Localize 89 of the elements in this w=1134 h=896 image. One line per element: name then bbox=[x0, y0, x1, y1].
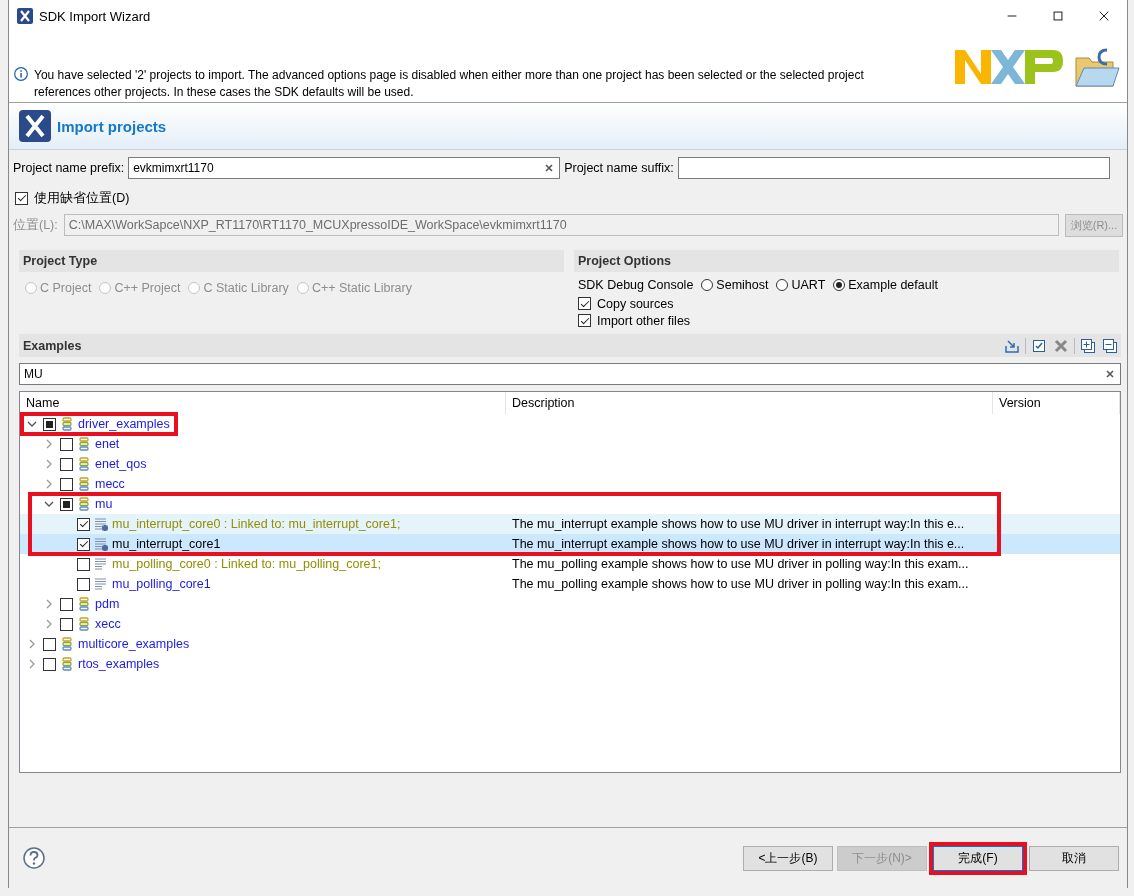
clear-icon[interactable] bbox=[544, 163, 555, 173]
checkbox[interactable] bbox=[43, 637, 56, 651]
example-project-icon bbox=[94, 517, 108, 531]
radio-label: C Static Library bbox=[203, 281, 289, 295]
column-header[interactable]: Description bbox=[506, 392, 993, 414]
tree-item[interactable]: mu_polling_core1 bbox=[112, 577, 211, 591]
radio-label: Semihost bbox=[716, 278, 769, 292]
project-group-icon bbox=[77, 617, 91, 631]
checkbox-label: Import other files bbox=[597, 313, 691, 328]
close-button[interactable] bbox=[1097, 9, 1111, 23]
checkbox-label: 使用缺省位置(D) bbox=[34, 189, 130, 207]
table-cell-text: The mu_interrupt example shows how to use MU driver in interrupt way:In this e... bbox=[511, 537, 966, 551]
checkbox[interactable] bbox=[43, 417, 56, 431]
section-title: Examples bbox=[23, 338, 83, 353]
page-title: Import projects bbox=[57, 117, 167, 135]
radio-button[interactable] bbox=[833, 279, 846, 291]
section-header: Project Type bbox=[19, 250, 564, 272]
project-group-icon bbox=[77, 497, 91, 511]
tree-item[interactable]: mu bbox=[95, 497, 113, 511]
field-label: 位置(L): bbox=[13, 216, 58, 234]
project-group-icon bbox=[77, 457, 91, 471]
collapse-all-icon[interactable] bbox=[1102, 337, 1118, 354]
field-label: Project name prefix: bbox=[13, 161, 125, 175]
project-group-icon bbox=[77, 597, 91, 611]
checkbox[interactable] bbox=[578, 314, 591, 327]
checkbox[interactable] bbox=[60, 457, 73, 471]
import-icon[interactable] bbox=[1004, 337, 1020, 354]
section-header: Project Options bbox=[574, 250, 1119, 272]
radio-button[interactable] bbox=[776, 279, 789, 291]
window-title: SDK Import Wizard bbox=[39, 8, 152, 24]
checkbox[interactable] bbox=[60, 617, 73, 631]
radio-button[interactable] bbox=[701, 279, 714, 291]
project-group-icon bbox=[60, 657, 74, 671]
table-cell-text: The mu_interrupt example shows how to use MU driver in interrupt way:In this e... bbox=[511, 517, 966, 531]
project-group-icon bbox=[77, 437, 91, 451]
info-icon bbox=[14, 67, 28, 81]
maximize-button[interactable] bbox=[1051, 9, 1065, 23]
radio-label: Example default bbox=[848, 278, 938, 292]
tree-item[interactable]: mu_interrupt_core1 bbox=[112, 537, 221, 551]
clear-icon[interactable] bbox=[1105, 369, 1115, 379]
suffix-field[interactable] bbox=[677, 157, 1110, 179]
uncheck-all-icon[interactable] bbox=[1053, 337, 1069, 354]
checkbox[interactable] bbox=[77, 517, 90, 531]
table-cell-text: The mu_polling example shows how to use MU driver in polling way:In this exam... bbox=[511, 577, 970, 591]
checkbox[interactable] bbox=[77, 557, 90, 571]
radio-label: C Project bbox=[40, 281, 92, 295]
checkbox[interactable] bbox=[60, 497, 73, 511]
tree-item[interactable]: enet bbox=[95, 437, 120, 451]
checkbox[interactable] bbox=[43, 657, 56, 671]
app-icon bbox=[19, 110, 51, 142]
tree-item[interactable]: xecc bbox=[95, 617, 121, 631]
option-label: SDK Debug Console bbox=[578, 278, 694, 292]
checkbox[interactable] bbox=[60, 477, 73, 491]
dialog-button[interactable]: <上一步(B) bbox=[743, 845, 833, 871]
table-cell-text: The mu_polling example shows how to use MU driver in polling way:In this exam... bbox=[511, 557, 970, 571]
tree-item[interactable]: mu_polling_core0 : Linked to: mu_polling_core1; bbox=[112, 557, 381, 571]
radio-label: UART bbox=[791, 278, 826, 292]
example-project-icon bbox=[94, 537, 108, 551]
checkbox-label: Copy sources bbox=[597, 296, 674, 311]
tree-item[interactable]: rtos_examples bbox=[78, 657, 160, 671]
column-header[interactable]: Name bbox=[20, 392, 506, 414]
document-icon bbox=[94, 577, 108, 591]
tree-item[interactable]: pdm bbox=[95, 597, 120, 611]
checkbox[interactable] bbox=[60, 597, 73, 611]
document-icon bbox=[94, 557, 108, 571]
info-message: You have selected '2' projects to import. The advanced options page is disabled when either more than one project has been selected or the selected project references other projects. In these cases the SDK defaults will be used. bbox=[34, 67, 865, 101]
checkbox[interactable] bbox=[15, 191, 28, 205]
expand-all-icon[interactable] bbox=[1080, 337, 1096, 354]
project-group-icon bbox=[77, 477, 91, 491]
radio-label: C++ Static Library bbox=[311, 281, 412, 295]
help-icon[interactable] bbox=[23, 847, 45, 869]
checkbox[interactable] bbox=[77, 537, 90, 551]
project-group-icon bbox=[60, 637, 74, 651]
tree-item[interactable]: enet_qos bbox=[95, 457, 147, 471]
tree-item[interactable]: driver_examples bbox=[78, 417, 170, 431]
column-header[interactable]: Version bbox=[993, 392, 1120, 414]
check-all-icon[interactable] bbox=[1031, 337, 1047, 354]
checkbox[interactable] bbox=[578, 297, 591, 310]
checkbox[interactable] bbox=[60, 437, 73, 451]
filter-field[interactable]: MU bbox=[19, 363, 1121, 385]
app-icon bbox=[17, 8, 33, 24]
checkbox[interactable] bbox=[77, 577, 90, 591]
dialog-button[interactable]: 取消 bbox=[1029, 845, 1119, 871]
tree-item[interactable]: mecc bbox=[95, 477, 125, 491]
tree-item[interactable]: multicore_examples bbox=[78, 637, 190, 651]
radio-label: C++ Project bbox=[114, 281, 181, 295]
field-label: Project name suffix: bbox=[564, 161, 674, 175]
prefix-field[interactable]: evkmimxrt1170 bbox=[128, 157, 561, 179]
project-group-icon bbox=[60, 417, 74, 431]
